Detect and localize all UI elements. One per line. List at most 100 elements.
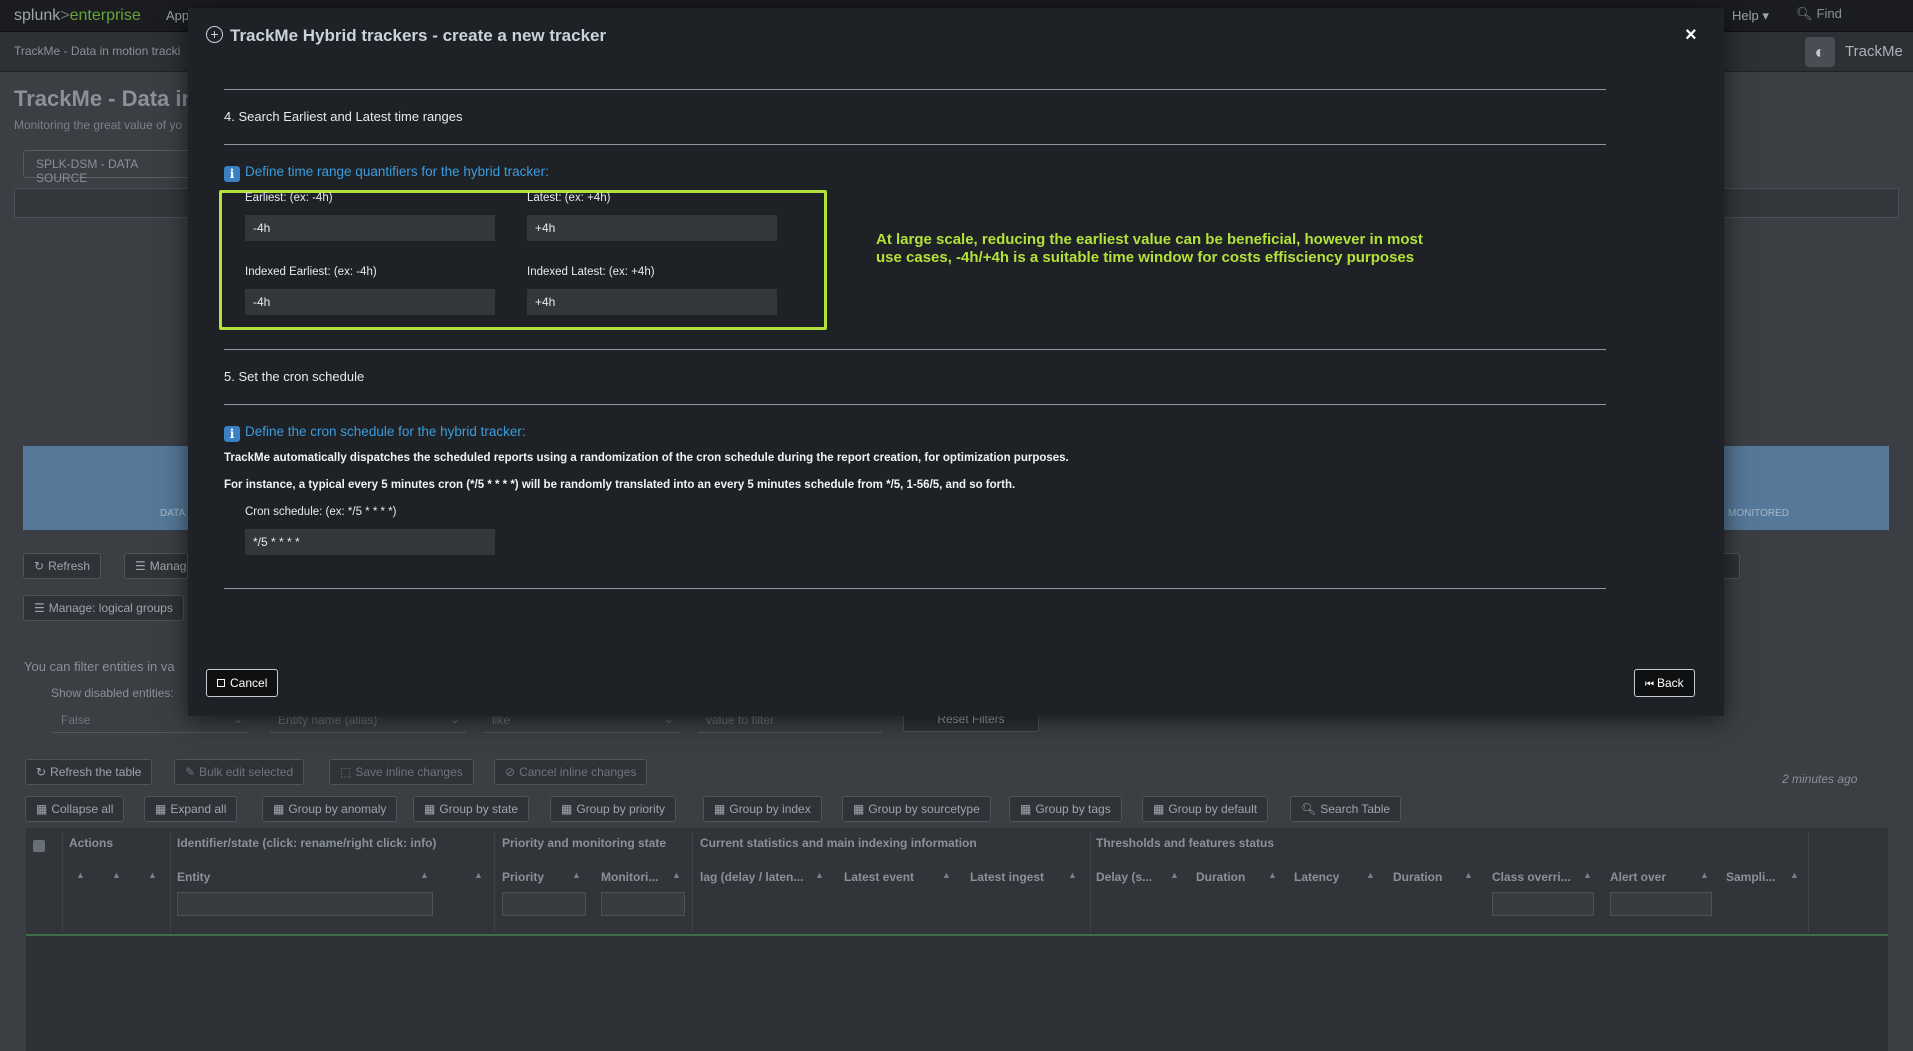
indexed-latest-label: Indexed Latest: (ex: +4h) bbox=[527, 266, 655, 278]
sort-icon[interactable]: ▲ bbox=[1464, 870, 1473, 880]
section-4-title: 4. Search Earliest and Latest time range… bbox=[224, 109, 463, 124]
column-duration[interactable]: Duration bbox=[1196, 870, 1245, 884]
section-divider bbox=[224, 349, 1606, 350]
refresh-button[interactable]: ↻ Refresh bbox=[23, 553, 102, 579]
monitoring-filter-input[interactable] bbox=[601, 892, 685, 916]
select-all-checkbox[interactable] bbox=[33, 840, 45, 852]
column-entity[interactable]: Entity bbox=[177, 870, 210, 884]
expand-all-label: Expand all bbox=[170, 802, 227, 816]
manage-logical-groups-button[interactable]: ☰ Manage: logical groups bbox=[23, 595, 184, 621]
splunk-logo[interactable]: splunk>enterprise bbox=[14, 7, 141, 25]
help-menu[interactable]: Help ▾ bbox=[1732, 8, 1769, 24]
sort-icon[interactable]: ▲ bbox=[1068, 870, 1077, 880]
save-icon: ⬚ bbox=[340, 765, 352, 779]
time-window-note: At large scale, reducing the earliest va… bbox=[876, 231, 1496, 267]
group-by-state-button[interactable]: ▦ Group by state bbox=[413, 796, 530, 822]
sort-icon[interactable]: ▲ bbox=[76, 870, 85, 880]
close-icon[interactable]: × bbox=[1685, 24, 1697, 47]
group-header-priority: Priority and monitoring state bbox=[502, 836, 667, 850]
column-sampling[interactable]: Sampli... bbox=[1726, 870, 1775, 884]
group-by-default-button[interactable]: ▦ Group by default bbox=[1142, 796, 1269, 822]
table-icon: ▦ bbox=[714, 802, 726, 816]
manage-button[interactable]: ☰ Manag bbox=[124, 553, 188, 579]
column-latency[interactable]: Latency bbox=[1294, 870, 1339, 884]
sort-icon[interactable]: ▲ bbox=[474, 870, 483, 880]
filter-hint: You can filter entities in va bbox=[24, 659, 175, 674]
cancel-inline-label: Cancel inline changes bbox=[519, 765, 637, 779]
expand-all-button[interactable]: ▦ Expand all bbox=[144, 796, 238, 822]
group-by-tags-button[interactable]: ▦ Group by tags bbox=[1009, 796, 1122, 822]
sort-icon[interactable]: ▲ bbox=[942, 870, 951, 880]
column-priority[interactable]: Priority bbox=[502, 870, 544, 884]
time-window-note-line-1: At large scale, reducing the earliest va… bbox=[876, 231, 1423, 248]
alert-over-filter-input[interactable] bbox=[1610, 892, 1712, 916]
cancel-button[interactable]: Cancel bbox=[206, 669, 279, 697]
priority-filter-input[interactable] bbox=[502, 892, 586, 916]
tab-data-source[interactable]: SPLK-DSM - DATA SOURCE bbox=[23, 150, 203, 185]
sort-icon[interactable]: ▲ bbox=[1790, 870, 1799, 880]
sort-icon[interactable]: ▲ bbox=[420, 870, 429, 880]
collapse-all-button[interactable]: ▦ Collapse all bbox=[25, 796, 125, 822]
manage-label: Manag bbox=[149, 559, 187, 573]
entity-filter-input[interactable] bbox=[177, 892, 433, 916]
brand-splunk: splunk bbox=[14, 7, 61, 24]
apps-menu[interactable]: App bbox=[166, 8, 189, 23]
find-input[interactable]: 🔍︎ Find bbox=[1792, 6, 1904, 26]
indexed-latest-input[interactable] bbox=[527, 289, 777, 315]
group-by-index-button[interactable]: ▦ Group by index bbox=[703, 796, 822, 822]
sliders-icon: ☰ bbox=[34, 601, 45, 615]
info-icon: i bbox=[224, 166, 240, 182]
column-latest-ingest[interactable]: Latest ingest bbox=[970, 870, 1044, 884]
sort-icon[interactable]: ▲ bbox=[672, 870, 681, 880]
column-divider bbox=[62, 832, 63, 932]
back-button[interactable]: ⏮ Back bbox=[1634, 669, 1695, 697]
time-window-note-line-2: use cases, -4h/+4h is a suitable time wi… bbox=[876, 249, 1415, 266]
section-divider bbox=[224, 89, 1606, 90]
indexed-earliest-label: Indexed Earliest: (ex: -4h) bbox=[245, 266, 377, 278]
app-breadcrumb[interactable]: TrackMe - Data in motion tracki bbox=[14, 44, 180, 58]
search-table-button[interactable]: 🔍︎ Search Table bbox=[1290, 796, 1402, 822]
sort-icon[interactable]: ▲ bbox=[572, 870, 581, 880]
column-latest-event[interactable]: Latest event bbox=[844, 870, 914, 884]
sort-icon[interactable]: ▲ bbox=[1170, 870, 1179, 880]
group-by-sourcetype-button[interactable]: ▦ Group by sourcetype bbox=[842, 796, 991, 822]
cron-explanation-2: For instance, a typical every 5 minutes … bbox=[224, 479, 1016, 491]
column-class-override[interactable]: Class overri... bbox=[1492, 870, 1571, 884]
save-inline-button[interactable]: ⬚ Save inline changes bbox=[329, 759, 474, 785]
plus-circle-icon: + bbox=[206, 26, 223, 43]
sort-icon[interactable]: ▲ bbox=[1700, 870, 1709, 880]
cancel-inline-button[interactable]: ⊘ Cancel inline changes bbox=[494, 759, 648, 785]
sort-icon[interactable]: ▲ bbox=[1268, 870, 1277, 880]
time-range-info-text: Define time range quantifiers for the hy… bbox=[245, 164, 549, 179]
search-table-label: Search Table bbox=[1320, 802, 1391, 816]
cron-label: Cron schedule: (ex: */5 * * * *) bbox=[245, 506, 397, 518]
section-divider bbox=[224, 588, 1606, 589]
sort-icon[interactable]: ▲ bbox=[1366, 870, 1375, 880]
column-lag[interactable]: lag (delay / laten... bbox=[700, 870, 803, 884]
column-duration-2[interactable]: Duration bbox=[1393, 870, 1442, 884]
refresh-table-button[interactable]: ↻ Refresh the table bbox=[25, 759, 153, 785]
group-header-actions: Actions bbox=[69, 836, 114, 850]
earliest-input[interactable] bbox=[245, 215, 495, 241]
column-alert-over[interactable]: Alert over bbox=[1610, 870, 1666, 884]
column-monitoring[interactable]: Monitori... bbox=[601, 870, 658, 884]
column-divider bbox=[170, 832, 171, 932]
sort-icon[interactable]: ▲ bbox=[112, 870, 121, 880]
sort-icon[interactable]: ▲ bbox=[1583, 870, 1592, 880]
group-by-priority-button[interactable]: ▦ Group by priority bbox=[550, 796, 677, 822]
bulk-edit-button[interactable]: ✎ Bulk edit selected bbox=[174, 759, 305, 785]
sort-icon[interactable]: ▲ bbox=[148, 870, 157, 880]
indexed-earliest-input[interactable] bbox=[245, 289, 495, 315]
kpi-label-left: DATA bbox=[160, 508, 186, 519]
group-by-anomaly-button[interactable]: ▦ Group by anomaly bbox=[262, 796, 398, 822]
group-by-sourcetype-label: Group by sourcetype bbox=[868, 802, 980, 816]
column-delay[interactable]: Delay (s... bbox=[1096, 870, 1152, 884]
table-icon: ▦ bbox=[36, 802, 48, 816]
sort-icon[interactable]: ▲ bbox=[815, 870, 824, 880]
cancel-label: Cancel bbox=[230, 676, 268, 690]
class-override-filter-input[interactable] bbox=[1492, 892, 1594, 916]
rewind-icon: ⏮ bbox=[1645, 679, 1654, 690]
latest-input[interactable] bbox=[527, 215, 777, 241]
time-range-info: i Define time range quantifiers for the h… bbox=[224, 164, 549, 182]
cron-input[interactable] bbox=[245, 529, 495, 555]
